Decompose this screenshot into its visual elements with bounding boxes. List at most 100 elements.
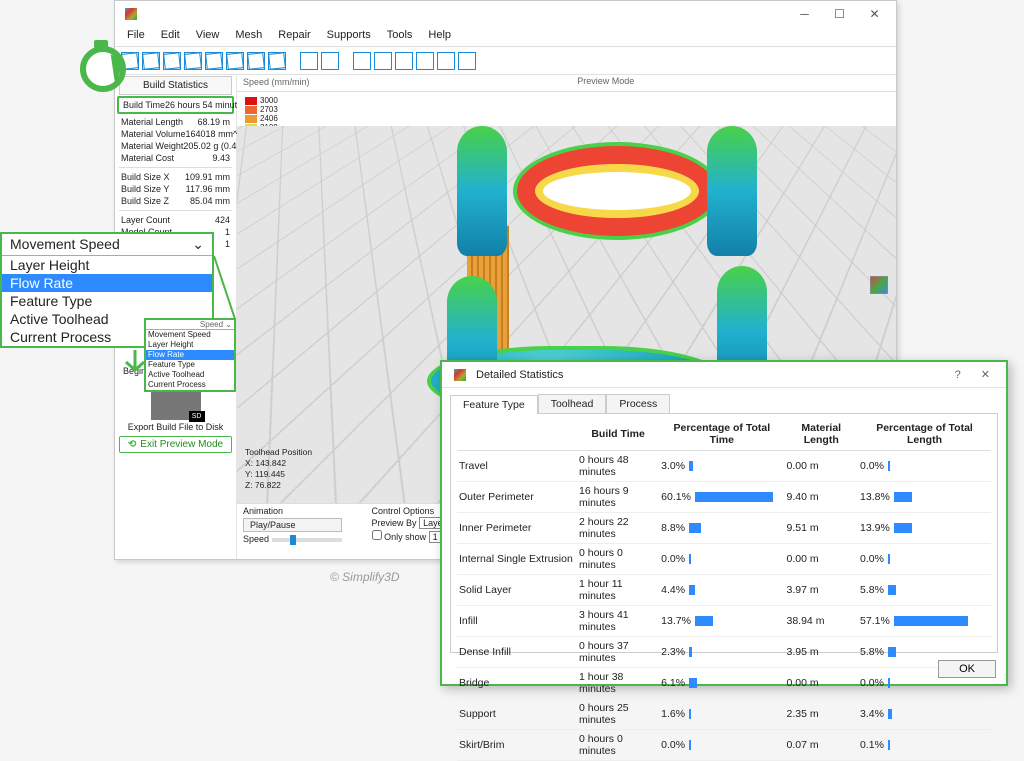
stat-value: 1	[225, 226, 230, 238]
tab-toolhead[interactable]: Toolhead	[538, 394, 607, 413]
table-row: Dense Infill0 hours 37 minutes2.3%3.95 m…	[457, 637, 991, 668]
stat-value: 164018 mm^3	[186, 128, 243, 140]
build-time-highlight: Build Time 26 hours 54 minutes	[117, 96, 234, 114]
titlebar: ─ ☐ ✕	[115, 1, 896, 27]
menu-tools[interactable]: Tools	[379, 27, 421, 46]
stat-value: 68.19 m	[197, 116, 230, 128]
app-icon	[454, 369, 466, 381]
percent-bar	[689, 554, 691, 564]
stats-tabs: Feature TypeToolheadProcess	[442, 388, 1006, 413]
percent-bar	[689, 678, 697, 688]
dropdown-option[interactable]: Active Toolhead	[146, 370, 234, 380]
toolbar-icon[interactable]	[416, 52, 434, 70]
help-button[interactable]: ?	[945, 369, 971, 381]
chevron-down-icon: ⌄	[192, 236, 204, 253]
stat-value: 117.96 mm	[186, 183, 230, 195]
axis-cube-icon[interactable]	[870, 276, 888, 294]
speed-slider[interactable]	[272, 538, 342, 542]
stat-label: Build Size Y	[121, 183, 169, 195]
menubar: FileEditViewMeshRepairSupportsToolsHelp	[115, 27, 896, 47]
close-button[interactable]: ✕	[857, 3, 892, 25]
dropdown-option[interactable]: Layer Height	[146, 340, 234, 350]
table-row: Infill3 hours 41 minutes13.7%38.94 m57.1…	[457, 606, 991, 637]
menu-file[interactable]: File	[119, 27, 153, 46]
percent-bar	[894, 523, 912, 533]
model-ring	[517, 146, 717, 236]
percent-bar	[689, 647, 692, 657]
table-row: Skirt/Brim0 hours 0 minutes0.0%0.07 m0.1…	[457, 730, 991, 761]
percent-bar	[689, 740, 691, 750]
play-pause-button[interactable]: Play/Pause	[243, 518, 342, 532]
speed-header-label: Speed (mm/min)	[237, 76, 316, 91]
coloring-dropdown[interactable]: Speed ⌄ Movement SpeedLayer HeightFlow R…	[144, 318, 236, 392]
toolbar-icon[interactable]	[395, 52, 413, 70]
percent-bar	[888, 740, 890, 750]
table-row: Support0 hours 25 minutes1.6%2.35 m3.4%	[457, 699, 991, 730]
stat-value: 109.91 mm	[185, 171, 230, 183]
percent-bar	[689, 709, 691, 719]
menu-repair[interactable]: Repair	[270, 27, 318, 46]
menu-view[interactable]: View	[188, 27, 228, 46]
tab-feature-type[interactable]: Feature Type	[450, 395, 538, 414]
ok-button[interactable]: OK	[938, 660, 996, 678]
menu-mesh[interactable]: Mesh	[227, 27, 270, 46]
close-button[interactable]: ✕	[971, 368, 1000, 381]
model-cylinder	[707, 126, 757, 256]
detailed-stats-dialog: Detailed Statistics ? ✕ Feature TypeTool…	[440, 360, 1008, 686]
axis-icon[interactable]	[353, 52, 371, 70]
view-cube-icon[interactable]	[184, 52, 202, 70]
stat-value: 9.43	[212, 152, 230, 164]
menu-help[interactable]: Help	[420, 27, 459, 46]
dropdown-option[interactable]: Feature Type	[146, 360, 234, 370]
stat-value: 1	[225, 238, 230, 250]
only-show-label: Only show	[384, 532, 426, 542]
menu-edit[interactable]: Edit	[153, 27, 188, 46]
percent-bar	[888, 554, 890, 564]
table-row: Inner Perimeter2 hours 22 minutes8.8%9.5…	[457, 513, 991, 544]
percent-bar	[695, 492, 773, 502]
dropdown-option[interactable]: Flow Rate	[2, 274, 212, 292]
toolbar-icon[interactable]	[458, 52, 476, 70]
stat-value: 424	[215, 214, 230, 226]
dropdown-option[interactable]: Flow Rate	[146, 350, 234, 360]
percent-bar	[888, 585, 896, 595]
view-cube-icon[interactable]	[226, 52, 244, 70]
exit-preview-button[interactable]: Exit Preview Mode	[119, 436, 232, 453]
dropdown-option[interactable]: Movement Speed	[146, 330, 234, 340]
minimize-button[interactable]: ─	[787, 3, 822, 25]
app-icon	[125, 8, 137, 20]
build-time-value: 26 hours 54 minutes	[165, 99, 247, 111]
view-cube-icon[interactable]	[247, 52, 265, 70]
view-cube-icon[interactable]	[205, 52, 223, 70]
view-cube-icon[interactable]	[142, 52, 160, 70]
dropdown-option[interactable]: Feature Type	[2, 292, 212, 310]
toolhead-position: Toolhead Position X: 143.842 Y: 119.445 …	[245, 447, 312, 491]
table-row: Travel0 hours 48 minutes3.0%0.00 m0.0%	[457, 451, 991, 482]
percent-bar	[695, 616, 713, 626]
view-cube-icon[interactable]	[268, 52, 286, 70]
stat-value: 85.04 mm	[190, 195, 230, 207]
percent-bar	[689, 523, 700, 533]
toolbar-icon[interactable]	[437, 52, 455, 70]
toolbar-icon[interactable]	[321, 52, 339, 70]
toolbar	[115, 47, 896, 75]
view-cube-icon[interactable]	[163, 52, 181, 70]
only-show-checkbox[interactable]	[372, 530, 382, 540]
table-row: Internal Single Extrusion0 hours 0 minut…	[457, 544, 991, 575]
percent-bar	[888, 678, 890, 688]
stat-label: Layer Count	[121, 214, 170, 226]
percent-bar	[689, 461, 693, 471]
toolbar-icon[interactable]	[300, 52, 318, 70]
dropdown-option[interactable]: Current Process	[146, 380, 234, 390]
model-cylinder	[457, 126, 507, 256]
toolbar-icon[interactable]	[374, 52, 392, 70]
maximize-button[interactable]: ☐	[822, 3, 857, 25]
build-time-label: Build Time	[123, 99, 165, 111]
preview-mode-label: Preview Mode	[316, 76, 896, 91]
stat-label: Build Size Z	[121, 195, 169, 207]
tab-process[interactable]: Process	[606, 394, 670, 413]
animation-label: Animation	[243, 506, 342, 516]
dropdown-option[interactable]: Layer Height	[2, 256, 212, 274]
menu-supports[interactable]: Supports	[319, 27, 379, 46]
watermark: © Simplify3D	[330, 570, 400, 584]
